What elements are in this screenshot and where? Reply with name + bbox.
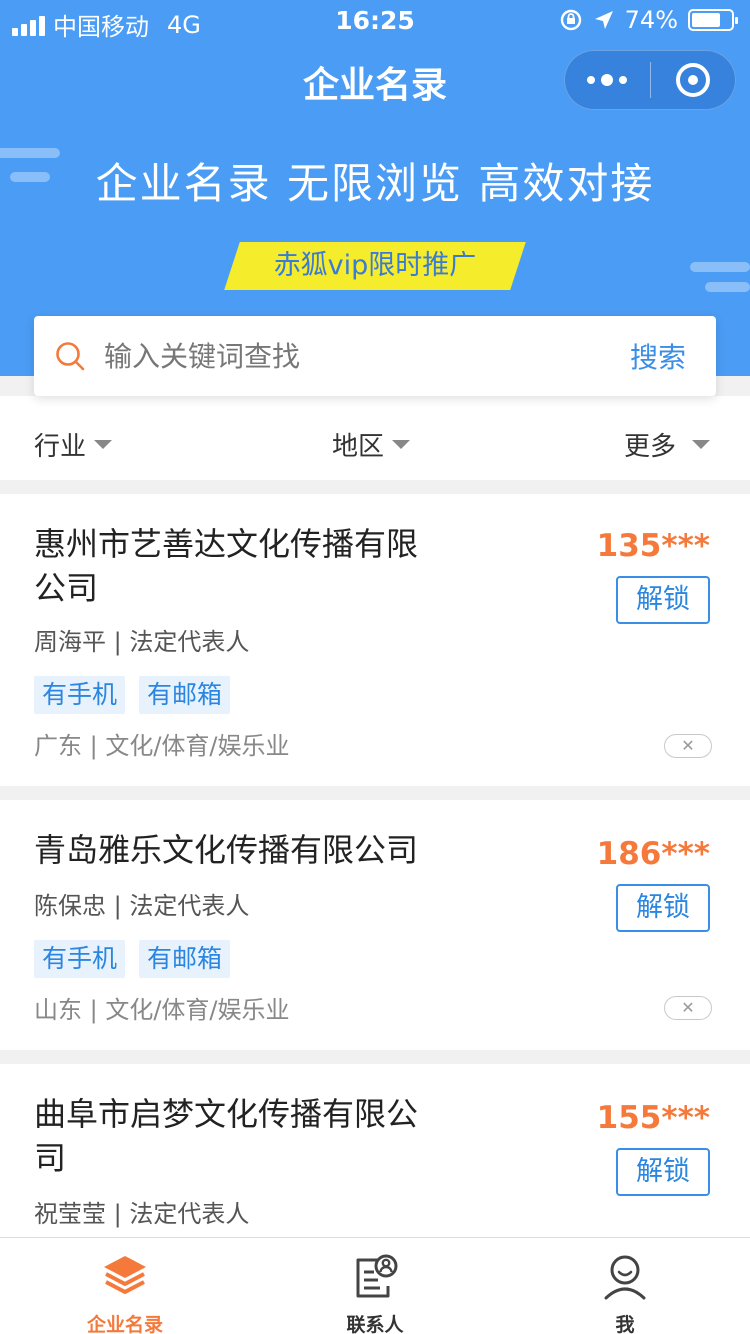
dismiss-button[interactable]: ✕ xyxy=(664,734,712,758)
layers-icon xyxy=(104,1256,146,1294)
dismiss-button[interactable]: ✕ xyxy=(664,996,712,1020)
rotation-lock-icon xyxy=(560,9,581,31)
company-card[interactable]: 惠州市艺善达文化传播有限公司 周海平 | 法定代表人 有手机 有邮箱 广东 | … xyxy=(0,494,750,786)
cloud-decoration xyxy=(690,262,750,272)
location-arrow-icon xyxy=(594,11,613,29)
phone-masked: 186*** xyxy=(596,836,710,872)
phone-masked: 135*** xyxy=(596,528,710,564)
more-filter[interactable]: 更多 xyxy=(624,426,711,463)
tab-label: 企业名录 xyxy=(86,1314,163,1334)
battery-level xyxy=(692,13,721,27)
has-email-tag: 有邮箱 xyxy=(139,940,231,978)
has-email-tag: 有邮箱 xyxy=(139,676,231,714)
caret-down-icon xyxy=(392,440,411,449)
search-icon xyxy=(56,342,85,371)
unlock-button[interactable]: 解锁 xyxy=(616,884,710,932)
more-icon[interactable] xyxy=(565,74,650,86)
tab-me[interactable]: 我 xyxy=(500,1238,750,1334)
contact-card-icon xyxy=(356,1254,398,1298)
close-miniprogram-button[interactable] xyxy=(651,63,736,97)
caret-down-icon xyxy=(692,440,711,449)
close-icon: ✕ xyxy=(681,736,695,755)
unlock-button[interactable]: 解锁 xyxy=(616,576,710,624)
banner-slogan: 企业名录 无限浏览 高效对接 xyxy=(95,159,655,208)
company-region: 广东 | 文化/体育/娱乐业 xyxy=(34,732,290,760)
unlock-button[interactable]: 解锁 xyxy=(616,1148,710,1196)
person-icon xyxy=(604,1255,646,1300)
tab-label: 我 xyxy=(615,1314,635,1334)
region-filter[interactable]: 地区 xyxy=(332,426,411,463)
company-card[interactable]: 曲阜市启梦文化传播有限公司 祝莹莹 | 法定代表人 155*** 解锁 xyxy=(0,1064,750,1237)
miniprogram-capsule xyxy=(564,50,736,110)
has-phone-tag: 有手机 xyxy=(34,940,126,978)
tab-company-directory[interactable]: 企业名录 xyxy=(0,1238,250,1334)
legal-representative: 陈保忠 | 法定代表人 xyxy=(34,892,250,920)
search-box: 搜索 xyxy=(34,316,716,396)
phone-masked: 155*** xyxy=(596,1100,710,1136)
legal-representative: 祝莹莹 | 法定代表人 xyxy=(34,1200,250,1228)
battery-percent: 74% xyxy=(624,6,678,34)
company-card[interactable]: 青岛雅乐文化传播有限公司 陈保忠 | 法定代表人 有手机 有邮箱 山东 | 文化… xyxy=(0,800,750,1050)
company-region: 山东 | 文化/体育/娱乐业 xyxy=(34,996,290,1024)
status-bar: 中国移动 4G 16:25 74% xyxy=(0,0,750,41)
company-name[interactable]: 曲阜市启梦文化传播有限公司 xyxy=(34,1092,434,1180)
company-name[interactable]: 青岛雅乐文化传播有限公司 xyxy=(34,828,454,872)
tab-contacts[interactable]: 联系人 xyxy=(250,1238,500,1334)
tab-label: 联系人 xyxy=(346,1314,404,1334)
industry-filter[interactable]: 行业 xyxy=(34,426,113,463)
filter-label: 行业 xyxy=(34,432,87,462)
search-button[interactable]: 搜索 xyxy=(630,336,686,376)
promo-label[interactable]: 赤狐vip限时推广 xyxy=(232,242,518,290)
battery-icon xyxy=(688,9,738,31)
search-input[interactable] xyxy=(104,334,584,378)
caret-down-icon xyxy=(94,440,113,449)
tab-bar: 企业名录 联系人 我 xyxy=(0,1237,750,1334)
filter-bar: 行业 地区 更多 xyxy=(0,396,750,480)
legal-representative: 周海平 | 法定代表人 xyxy=(34,628,250,656)
filter-label: 地区 xyxy=(332,432,385,462)
filter-label: 更多 xyxy=(624,432,677,462)
cloud-decoration xyxy=(705,282,750,292)
has-phone-tag: 有手机 xyxy=(34,676,126,714)
company-name[interactable]: 惠州市艺善达文化传播有限公司 xyxy=(34,522,434,610)
target-icon xyxy=(675,63,710,97)
close-icon: ✕ xyxy=(681,998,695,1017)
